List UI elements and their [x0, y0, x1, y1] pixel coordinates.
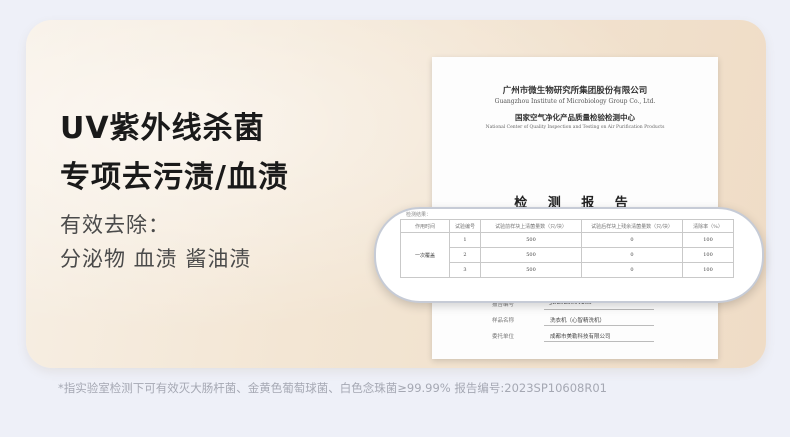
- subtitle-line-1: 有效去除：: [60, 213, 170, 237]
- meta-underline: [544, 325, 654, 326]
- headline-line-1: UV紫外线杀菌: [60, 111, 265, 146]
- cell-id: 1: [449, 232, 481, 248]
- meta-value-sample: 洗衣机（心智精洗机）: [550, 318, 606, 324]
- cell-rate: 100: [682, 247, 734, 263]
- meta-label-sample: 样品名称: [492, 318, 515, 324]
- footnote: *指实验室检测下可有效灭大肠杆菌、金黄色葡萄球菌、白色念珠菌≥99.99% 报告…: [58, 381, 607, 395]
- cell-rate: 100: [682, 262, 734, 278]
- group-cell: 一次覆盖: [400, 232, 450, 278]
- cell-id: 2: [449, 247, 481, 263]
- report-center-name: 国家空气净化产品质量检验检测中心: [515, 113, 635, 122]
- cell-after: 0: [581, 262, 683, 278]
- cell-before: 500: [480, 262, 582, 278]
- results-label: 检测结果：: [406, 212, 432, 218]
- headline-line-2: 专项去污渍/血渍: [60, 160, 289, 195]
- report-center-name-en: National Center of Quality Inspection an…: [485, 125, 665, 130]
- subtitle-line-2: 分泌物 血渍 酱油渍: [60, 247, 252, 271]
- cell-id: 3: [449, 262, 481, 278]
- cell-rate: 100: [682, 232, 734, 248]
- cell-after: 0: [581, 232, 683, 248]
- table-row: 3 500 0 100: [401, 262, 734, 278]
- header-cell: 作用时间: [400, 219, 450, 233]
- meta-underline: [544, 309, 654, 310]
- header-cell: 试验前样块上清菌量数（只/块）: [480, 219, 582, 233]
- meta-underline: [544, 341, 654, 342]
- meta-label-client: 委托单位: [492, 334, 515, 340]
- header-cell: 清除率（%）: [682, 219, 734, 233]
- header-cell: 试验后样块上残余清菌量数（只/块）: [581, 219, 683, 233]
- report-org-name-en: Guangzhou Institute of Microbiology Grou…: [494, 98, 656, 105]
- cell-after: 0: [581, 247, 683, 263]
- header-cell: 试验编号: [449, 219, 481, 233]
- results-table: 作用时间 试验编号 试验前样块上清菌量数（只/块） 试验后样块上残余清菌量数（只…: [400, 219, 734, 278]
- table-row: 一次覆盖 1 500 0 100: [400, 232, 734, 278]
- magnified-results-table: 检测结果： 作用时间 试验编号 试验前样块上清菌量数（只/块） 试验后样块上残余…: [374, 207, 764, 303]
- cell-before: 500: [480, 247, 582, 263]
- cell-before: 500: [480, 232, 582, 248]
- table-row: 2 500 0 100: [401, 247, 734, 263]
- meta-value-client: 成都市美勒科技有限公司: [550, 334, 611, 340]
- table-header-row: 作用时间 试验编号 试验前样块上清菌量数（只/块） 试验后样块上残余清菌量数（只…: [400, 219, 734, 233]
- report-org-name: 广州市微生物研究所集团股份有限公司: [502, 86, 648, 96]
